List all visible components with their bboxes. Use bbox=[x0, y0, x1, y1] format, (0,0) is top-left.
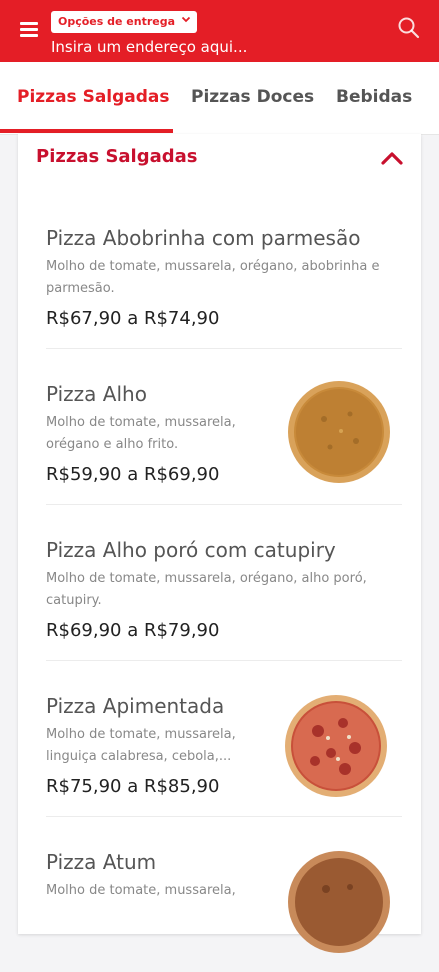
menu-item[interactable]: Pizza Atum Molho de tomate, mussarela, bbox=[46, 849, 402, 972]
menu-section-card: Pizzas Salgadas Pizza Abobrinha com parm… bbox=[18, 134, 421, 953]
item-price: R$69,90 a R$79,90 bbox=[46, 620, 220, 641]
menu-item[interactable]: Pizza Alho Molho de tomate, mussarela, o… bbox=[46, 381, 402, 505]
item-name: Pizza Alho bbox=[46, 382, 147, 406]
app-header: Opções de entrega Insira um endereço aqu… bbox=[0, 0, 439, 62]
pizza-image bbox=[285, 695, 387, 797]
tab-pizzas-salgadas[interactable]: Pizzas Salgadas bbox=[17, 62, 170, 134]
delivery-options-label: Opções de entrega bbox=[58, 15, 176, 28]
item-name: Pizza Apimentada bbox=[46, 694, 225, 718]
search-icon[interactable] bbox=[396, 15, 422, 41]
chevron-down-icon bbox=[181, 16, 191, 23]
chevron-up-icon[interactable] bbox=[381, 151, 403, 165]
delivery-options-select[interactable]: Opções de entrega bbox=[51, 11, 198, 33]
item-description: Molho de tomate, mussarela, orégano e al… bbox=[46, 415, 236, 452]
section-header[interactable]: Pizzas Salgadas bbox=[18, 134, 421, 186]
item-price: R$67,90 a R$74,90 bbox=[46, 308, 220, 329]
item-name: Pizza Atum bbox=[46, 850, 157, 874]
item-description: Molho de tomate, mussarela, orégano, alh… bbox=[46, 571, 367, 608]
item-description: Molho de tomate, mussarela, orégano, abo… bbox=[46, 259, 380, 296]
item-price: R$59,90 a R$69,90 bbox=[46, 464, 220, 485]
section-title: Pizzas Salgadas bbox=[36, 146, 198, 167]
item-name: Pizza Abobrinha com parmesão bbox=[46, 226, 361, 250]
pizza-image bbox=[288, 381, 390, 483]
menu-item[interactable]: Pizza Abobrinha com parmesão Molho de to… bbox=[46, 225, 402, 349]
pizza-image bbox=[288, 851, 390, 953]
category-tabs: Pizzas Salgadas Pizzas Doces Bebidas bbox=[0, 62, 439, 135]
menu-item[interactable]: Pizza Alho poró com catupiry Molho de to… bbox=[46, 537, 402, 661]
active-tab-indicator bbox=[0, 129, 173, 133]
item-description: Molho de tomate, mussarela, bbox=[46, 883, 236, 898]
menu-item[interactable]: Pizza Apimentada Molho de tomate, mussar… bbox=[46, 693, 402, 817]
item-price: R$75,90 a R$85,90 bbox=[46, 776, 220, 797]
item-description: Molho de tomate, mussarela, linguiça cal… bbox=[46, 727, 236, 764]
hamburger-icon[interactable] bbox=[20, 22, 38, 38]
address-input[interactable]: Insira um endereço aqui... bbox=[51, 36, 351, 58]
tab-pizzas-doces[interactable]: Pizzas Doces bbox=[191, 62, 314, 134]
tab-bebidas[interactable]: Bebidas bbox=[336, 62, 412, 134]
item-name: Pizza Alho poró com catupiry bbox=[46, 538, 336, 562]
